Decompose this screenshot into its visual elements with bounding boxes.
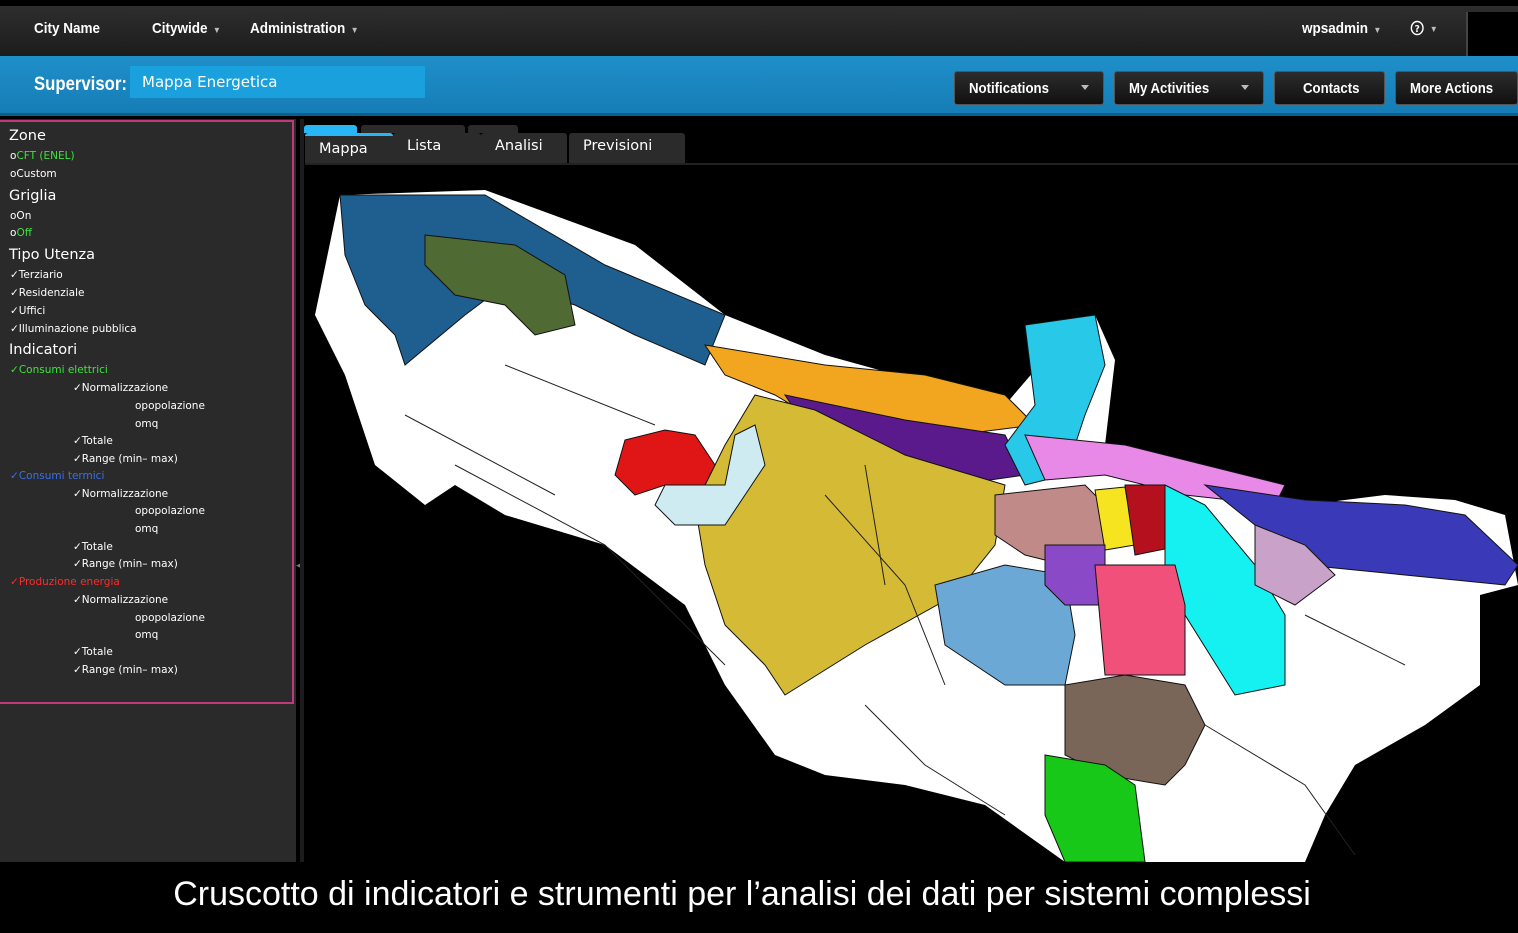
popolazione-option[interactable]: opopolazione xyxy=(135,505,205,517)
check-icon: ✓ xyxy=(10,470,19,482)
city-name-link[interactable]: City Name xyxy=(34,20,100,37)
my-activities-button[interactable]: My Activities xyxy=(1114,71,1264,105)
dropdown-arrow-icon xyxy=(1241,85,1249,90)
totale-option[interactable]: ✓Totale xyxy=(73,435,113,447)
dropdown-arrow-icon xyxy=(1081,85,1089,90)
griglia-option-off-label: Off xyxy=(16,227,32,239)
help-circle-icon: ? xyxy=(1410,20,1424,36)
tipo-utenza-illuminazione[interactable]: ✓Illuminazione pubblica xyxy=(10,323,137,335)
mq-option[interactable]: omq xyxy=(135,418,158,430)
user-menu[interactable]: wpsadmin ▼ xyxy=(1302,20,1381,37)
griglia-heading: Griglia xyxy=(9,188,57,204)
tipo-utenza-residenziale[interactable]: ✓Residenziale xyxy=(10,287,85,299)
range-option[interactable]: ✓Range (min– max) xyxy=(73,453,178,465)
chevron-down-icon: ▼ xyxy=(1373,25,1382,35)
chevron-down-icon: ▼ xyxy=(1429,24,1438,34)
tab-stub xyxy=(468,125,518,133)
indicator-consumi-elettrici[interactable]: ✓Consumi elettrici xyxy=(10,364,108,376)
administration-menu[interactable]: Administration ▼ xyxy=(250,20,359,37)
tab-mappa[interactable]: Mappa xyxy=(305,133,393,163)
zone-option-cft[interactable]: oCFT (ENEL) xyxy=(10,150,75,162)
notifications-button[interactable]: Notifications xyxy=(954,71,1104,105)
range-option[interactable]: ✓Range (min– max) xyxy=(73,558,178,570)
mq-option[interactable]: omq xyxy=(135,523,158,535)
corner-panel xyxy=(1466,12,1518,58)
svg-text:?: ? xyxy=(1415,24,1420,36)
citywide-menu[interactable]: Citywide ▼ xyxy=(152,20,221,37)
tab-indicator-active xyxy=(304,125,357,133)
more-actions-label: More Actions xyxy=(1410,79,1494,97)
caption-bar: Cruscotto di indicatori e strumenti per … xyxy=(0,862,1518,933)
energy-map[interactable] xyxy=(305,165,1518,862)
left-panel: Zone oCFT (ENEL) oCustom Griglia oOn oOf… xyxy=(0,119,296,864)
check-icon: ✓ xyxy=(10,364,19,376)
notifications-label: Notifications xyxy=(969,79,1049,97)
tab-stub xyxy=(361,125,465,133)
indicator-consumi-termici-label: Consumi termici xyxy=(18,470,105,482)
griglia-option-on[interactable]: oOn xyxy=(10,210,31,222)
filter-panel: Zone oCFT (ENEL) oCustom Griglia oOn oOf… xyxy=(0,120,294,704)
supervisor-label: Supervisor: xyxy=(34,74,127,95)
panel-splitter[interactable] xyxy=(300,119,304,864)
normalizzazione-option[interactable]: ✓Normalizzazione xyxy=(73,488,168,500)
griglia-option-off[interactable]: oOff xyxy=(10,227,32,239)
indicator-produzione-energia-label: Produzione energia xyxy=(18,576,120,588)
contacts-button[interactable]: Contacts xyxy=(1274,71,1385,105)
contacts-label: Contacts xyxy=(1303,79,1360,97)
totale-option[interactable]: ✓Totale xyxy=(73,646,113,658)
zone-option-custom[interactable]: oCustom xyxy=(10,168,57,180)
tipo-utenza-heading: Tipo Utenza xyxy=(9,247,96,263)
more-actions-button[interactable]: More Actions xyxy=(1395,71,1518,105)
normalizzazione-option[interactable]: ✓Normalizzazione xyxy=(73,594,168,606)
citywide-label: Citywide xyxy=(152,20,208,37)
chevron-down-icon: ▼ xyxy=(350,25,359,35)
zone-option-cft-label: CFT (ENEL) xyxy=(16,150,75,162)
tipo-utenza-uffici[interactable]: ✓Uffici xyxy=(10,305,45,317)
username-label: wpsadmin xyxy=(1302,20,1369,37)
mq-option[interactable]: omq xyxy=(135,629,158,641)
supervisor-field[interactable] xyxy=(130,66,425,98)
indicator-consumi-termici[interactable]: ✓Consumi termici xyxy=(10,470,104,482)
tab-previsioni[interactable]: Previsioni xyxy=(569,133,685,163)
indicator-produzione-energia[interactable]: ✓Produzione energia xyxy=(10,576,120,588)
indicator-consumi-elettrici-label: Consumi elettrici xyxy=(18,364,108,376)
popolazione-option[interactable]: opopolazione xyxy=(135,612,205,624)
map-zone-salmon xyxy=(1094,564,1186,676)
indicatori-heading: Indicatori xyxy=(9,342,78,358)
help-menu[interactable]: ? ▼ xyxy=(1410,19,1438,36)
administration-label: Administration xyxy=(250,20,346,37)
supervisor-bar: Supervisor: Notifications My Activities … xyxy=(0,56,1518,116)
zone-heading: Zone xyxy=(9,128,46,144)
totale-option[interactable]: ✓Totale xyxy=(73,541,113,553)
chevron-down-icon: ▼ xyxy=(212,25,221,35)
top-navigation-bar: City Name Citywide ▼ Administration ▼ wpsa… xyxy=(0,0,1518,58)
tipo-utenza-terziario[interactable]: ✓Terziario xyxy=(10,269,63,281)
tab-lista[interactable]: Lista xyxy=(393,133,481,163)
range-option[interactable]: ✓Range (min– max) xyxy=(73,664,178,676)
normalizzazione-option[interactable]: ✓Normalizzazione xyxy=(73,382,168,394)
popolazione-option[interactable]: opopolazione xyxy=(135,400,205,412)
check-icon: ✓ xyxy=(10,576,19,588)
my-activities-label: My Activities xyxy=(1129,79,1210,97)
caption-text: Cruscotto di indicatori e strumenti per … xyxy=(173,875,1311,913)
tab-analisi[interactable]: Analisi xyxy=(481,133,567,163)
